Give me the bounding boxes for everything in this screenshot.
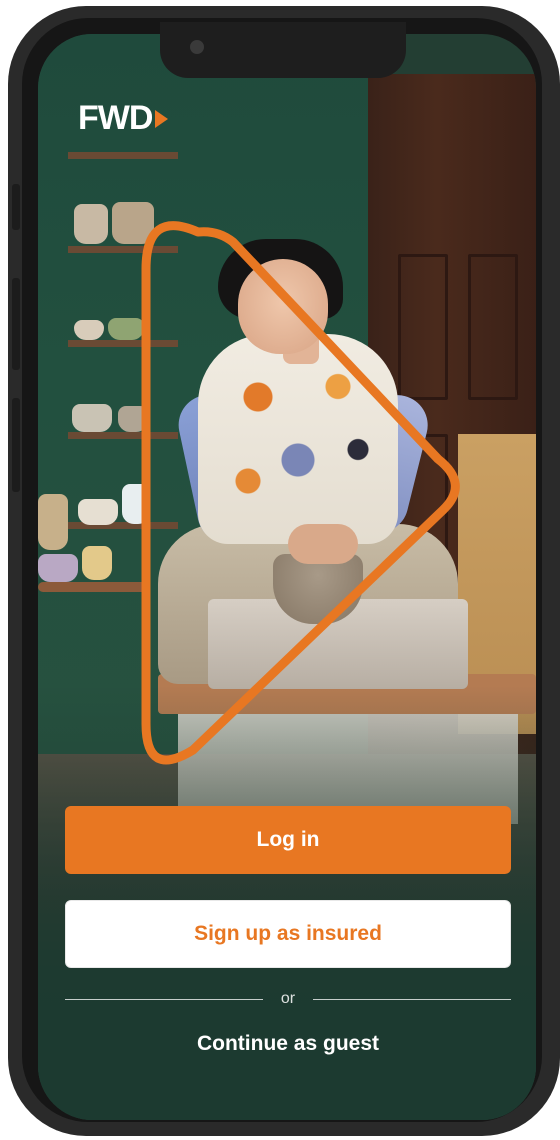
login-button[interactable]: Log in: [65, 806, 511, 874]
volume-down-button: [12, 398, 20, 492]
silent-switch: [12, 184, 20, 230]
logo-text: FWD: [78, 99, 153, 137]
divider-line: [313, 998, 512, 1000]
camera-icon: [190, 40, 204, 54]
or-divider: or: [65, 984, 512, 1014]
divider-line: [65, 998, 263, 1000]
app-screen: FWD Log in Sign up as insured or Continu…: [38, 34, 536, 1120]
signup-button[interactable]: Sign up as insured: [65, 900, 511, 968]
continue-as-guest-link[interactable]: Continue as guest: [65, 1024, 511, 1064]
fwd-logo: FWD: [78, 98, 169, 138]
volume-up-button: [12, 278, 20, 370]
phone-notch: [160, 22, 406, 78]
divider-text: or: [280, 990, 296, 1007]
play-triangle-icon: [155, 110, 169, 128]
